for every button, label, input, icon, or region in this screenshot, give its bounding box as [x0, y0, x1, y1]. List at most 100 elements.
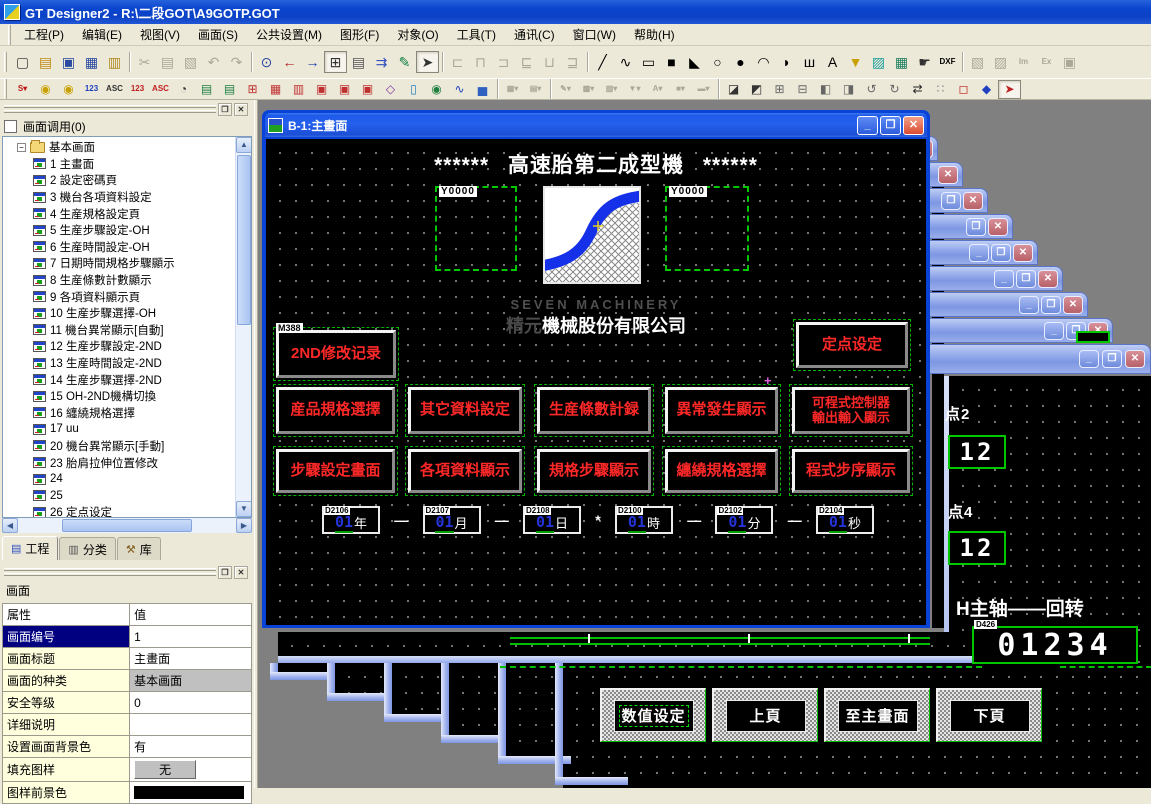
edit-object-icon[interactable]: ◆ — [975, 80, 998, 99]
menu-5[interactable]: 图形(F) — [331, 24, 388, 45]
tree-item-screen-1[interactable]: 1 主畫面 — [3, 156, 235, 173]
tree-item-screen-13[interactable]: 13 生産時間設定-2ND — [3, 355, 235, 372]
tree-vscrollbar[interactable]: ▲ ▼ — [235, 137, 251, 517]
minimize-icon[interactable]: _ — [1079, 350, 1099, 368]
level-icon[interactable]: ▯ — [402, 80, 425, 99]
draw-line-icon[interactable]: ╱ — [591, 51, 614, 73]
tree-item-screen-14[interactable]: 14 生産步驟選擇-2ND — [3, 371, 235, 388]
hmi-button-row3-3[interactable]: 纏繞規格選擇 — [662, 446, 781, 496]
draw-sector-icon[interactable]: ◗ — [775, 51, 798, 73]
edit-vertex-icon[interactable]: ◻ — [952, 80, 975, 99]
flip-vertical-icon[interactable]: ◨ — [837, 80, 860, 99]
fg-color-icon[interactable]: ■▾ — [669, 80, 692, 99]
vscroll-thumb[interactable] — [237, 155, 251, 325]
scroll-up-icon[interactable]: ▲ — [236, 137, 252, 153]
scroll-left-icon[interactable]: ◀ — [2, 518, 18, 533]
menu-gripper[interactable] — [8, 25, 11, 45]
app-titlebar[interactable]: GT Designer2 - R:\二段GOT\A9GOTP.GOT — [0, 0, 1151, 24]
align-right-icon[interactable]: ⊐ — [492, 51, 515, 73]
report-edit-icon[interactable]: ▨ — [989, 51, 1012, 73]
point-value-0[interactable]: 12 — [948, 435, 1006, 469]
draw-polygon-icon[interactable]: ◣ — [683, 51, 706, 73]
draw-arc-icon[interactable]: ◠ — [752, 51, 775, 73]
property-row[interactable]: 详细说明 — [3, 714, 252, 736]
ascii-input-icon[interactable]: ASC — [149, 80, 172, 99]
comment-word-icon[interactable]: ▤ — [218, 80, 241, 99]
hmi-button-row3-1[interactable]: 各項資料顯示 — [405, 446, 525, 496]
prop-value[interactable]: 0 — [130, 692, 252, 714]
property-panel-header[interactable]: ❐ ✕ — [2, 566, 250, 580]
redo-icon[interactable]: ↷ — [225, 51, 248, 73]
line-style-icon[interactable]: ✎▾ — [554, 80, 577, 99]
bar-graph-icon[interactable]: ▅ — [471, 80, 494, 99]
hmi-button-row3-0[interactable]: 步驟設定畫面 — [273, 446, 398, 496]
select-tool-icon[interactable]: ➤ — [416, 51, 439, 73]
draw-polyline-icon[interactable]: ∿ — [614, 51, 637, 73]
close-icon[interactable]: ✕ — [963, 192, 983, 210]
draw-rect-filled-icon[interactable]: ■ — [660, 51, 683, 73]
scroll-down-icon[interactable]: ▼ — [236, 501, 252, 517]
tree-item-screen-26[interactable]: 26 定点设定 — [3, 504, 235, 518]
align-left-icon[interactable]: ⊏ — [446, 51, 469, 73]
data-list-icon[interactable]: ▤ — [347, 51, 370, 73]
undo-icon[interactable]: ↶ — [202, 51, 225, 73]
touch-area-icon[interactable]: ☛ — [913, 51, 936, 73]
nav-button-2[interactable]: 至主畫面 — [824, 688, 930, 742]
save-screen-icon[interactable]: ▦ — [80, 51, 103, 73]
close-icon[interactable]: ✕ — [938, 166, 958, 184]
close-icon[interactable]: ✕ — [903, 116, 924, 135]
draw-circle-filled-icon[interactable]: ● — [729, 51, 752, 73]
prop-value[interactable] — [130, 714, 252, 736]
align-center-icon[interactable]: ⊓ — [469, 51, 492, 73]
curve-image[interactable] — [543, 186, 641, 284]
new-file-icon[interactable]: ▢ — [11, 51, 34, 73]
tree-item-screen-20[interactable]: 20 機台異常顯示[手動] — [3, 438, 235, 455]
menu-9[interactable]: 窗口(W) — [564, 24, 625, 45]
select-frame-icon[interactable]: ➤ — [998, 80, 1021, 99]
property-row[interactable]: 安全等级0 — [3, 692, 252, 714]
panel-maximize-icon[interactable]: ❐ — [218, 103, 232, 116]
maximize-icon[interactable]: ❐ — [941, 192, 961, 210]
touch-switch-func-icon[interactable]: ▣ — [356, 80, 379, 99]
align-top-icon[interactable]: ⊑ — [515, 51, 538, 73]
minimize-icon[interactable]: _ — [969, 244, 989, 262]
align-guide-icon[interactable]: ∷ — [929, 80, 952, 99]
lamp-bit-icon[interactable]: ◉ — [34, 80, 57, 99]
numeric-input-icon[interactable]: 123 — [126, 80, 149, 99]
tree-item-screen-4[interactable]: 4 生産規格設定頁 — [3, 205, 235, 222]
toolbar-gripper[interactable] — [4, 52, 7, 72]
prop-value[interactable]: 1 — [130, 626, 252, 648]
close-icon[interactable]: ✕ — [1125, 350, 1145, 368]
tree-item-screen-2[interactable]: 2 設定密碼頁 — [3, 172, 235, 189]
tree-item-screen-15[interactable]: 15 OH-2ND機構切換 — [3, 388, 235, 405]
align-middle-icon[interactable]: ⊔ — [538, 51, 561, 73]
toolbar2-gripper[interactable] — [4, 79, 7, 99]
lamp-word-icon[interactable]: ◉ — [57, 80, 80, 99]
counter-display[interactable]: 01234 — [972, 626, 1138, 664]
hmi-button-row2-0[interactable]: 産品規格選擇 — [273, 384, 398, 437]
lamp-area-right[interactable]: Y0000 — [665, 186, 749, 271]
align-bottom-icon[interactable]: ⊒ — [561, 51, 584, 73]
bg-color-icon[interactable]: ▬▾ — [692, 80, 715, 99]
panel-gripper2[interactable] — [4, 568, 216, 578]
tree-item-screen-11[interactable]: 11 機台異常顯示[自動] — [3, 322, 235, 339]
property-row[interactable]: 画面标题主畫面 — [3, 648, 252, 670]
tree-item-screen-3[interactable]: 3 機台各項資料設定 — [3, 189, 235, 206]
comment-bit-icon[interactable]: ▤ — [195, 80, 218, 99]
tree-item-screen-7[interactable]: 7 日期時間規格步驟顯示 — [3, 255, 235, 272]
tree-root[interactable]: −基本画面 — [3, 139, 235, 156]
point-value-1[interactable]: 12 — [948, 531, 1006, 565]
rotate-ccw-icon[interactable]: ↺ — [860, 80, 883, 99]
prop-value[interactable]: 基本画面 — [130, 670, 252, 692]
panel-gripper[interactable] — [4, 105, 216, 115]
nav-button-1[interactable]: 上頁 — [712, 688, 818, 742]
minimize-icon[interactable]: _ — [857, 116, 878, 135]
tree-item-screen-5[interactable]: 5 生産步驟設定-OH — [3, 222, 235, 239]
paste-icon[interactable]: ▧ — [179, 51, 202, 73]
close-icon[interactable]: ✕ — [1063, 296, 1083, 314]
datetime-display-D2100[interactable]: D210001時 — [615, 506, 673, 534]
ascii-display-icon[interactable]: ASC — [103, 80, 126, 99]
datetime-display-D2106[interactable]: D210601年 — [322, 506, 380, 534]
draw-circle-icon[interactable]: ○ — [706, 51, 729, 73]
draw-scale-icon[interactable]: ш — [798, 51, 821, 73]
